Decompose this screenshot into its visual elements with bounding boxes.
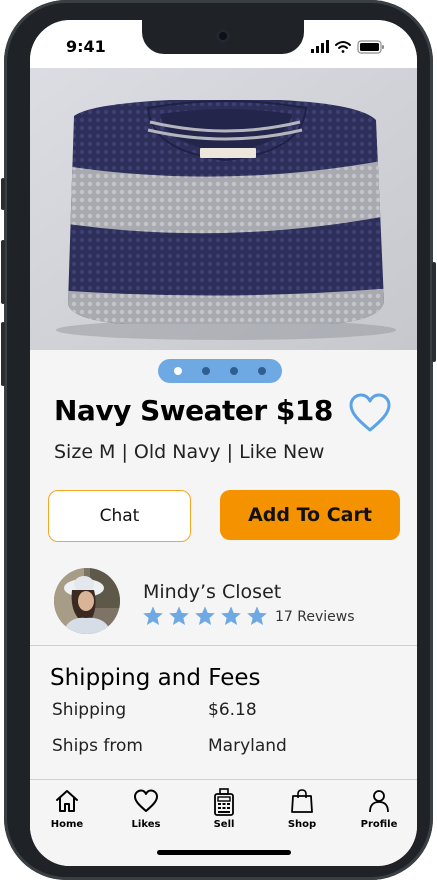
pager-dot[interactable] [230, 367, 238, 375]
pager-dot[interactable] [258, 367, 266, 375]
shipping-value: $6.18 [208, 700, 257, 720]
star-icon [195, 606, 215, 625]
power-button [432, 262, 436, 362]
shopping-bag-icon [291, 789, 313, 813]
ships-from-value: Maryland [208, 736, 287, 756]
favorite-heart-icon[interactable] [348, 392, 392, 434]
divider [30, 645, 417, 646]
heart-icon [134, 789, 158, 812]
status-time: 9:41 [66, 37, 106, 56]
screen: 9:41 Navy Sweater $18 Size M | Old Navy … [30, 20, 417, 866]
battery-icon [357, 40, 384, 54]
status-icons [311, 40, 384, 54]
product-details: Size M | Old Navy | Like New [54, 441, 325, 463]
front-camera [216, 29, 230, 43]
tab-label: Likes [131, 819, 161, 830]
volume-down-button [1, 322, 5, 386]
tab-label: Profile [360, 819, 398, 830]
tab-likes[interactable]: Likes [111, 788, 181, 830]
shipping-label: Shipping [52, 700, 127, 720]
person-icon [369, 790, 389, 813]
shipping-section-title: Shipping and Fees [50, 665, 261, 691]
product-photo[interactable] [30, 68, 417, 350]
review-count[interactable]: 17 Reviews [275, 609, 355, 625]
tab-label: Shop [287, 819, 317, 830]
star-icon [221, 606, 241, 625]
volume-up-button [1, 240, 5, 304]
pager-dot[interactable] [174, 367, 182, 375]
seller-rating [142, 605, 268, 627]
star-icon [247, 606, 267, 625]
home-icon [56, 790, 78, 812]
pager-dot[interactable] [202, 367, 210, 375]
clothing-tag [200, 148, 256, 158]
product-title: Navy Sweater $18 [54, 394, 333, 427]
home-indicator[interactable] [157, 850, 291, 855]
phone-frame: 9:41 Navy Sweater $18 Size M | Old Navy … [1, 0, 436, 880]
star-icon [143, 606, 163, 625]
add-to-cart-button[interactable]: Add To Cart [220, 490, 400, 540]
silent-switch [1, 178, 5, 210]
chat-button[interactable]: Chat [48, 490, 191, 542]
star-icon [169, 606, 189, 625]
tab-profile[interactable]: Profile [344, 788, 414, 830]
signal-icon [311, 40, 329, 53]
tab-sell[interactable]: Sell [189, 788, 259, 830]
tab-label: Home [50, 819, 84, 830]
tab-shop[interactable]: Shop [267, 788, 337, 830]
register-icon [214, 788, 234, 816]
ships-from-label: Ships from [52, 736, 143, 756]
status-bar: 9:41 [30, 20, 417, 68]
tab-home[interactable]: Home [32, 788, 102, 830]
seller-name[interactable]: Mindy’s Closet [143, 581, 281, 603]
seller-avatar[interactable] [54, 568, 120, 634]
tab-label: Sell [213, 819, 235, 830]
notch [142, 20, 304, 54]
wifi-icon [335, 41, 351, 53]
image-pager[interactable] [158, 359, 282, 383]
